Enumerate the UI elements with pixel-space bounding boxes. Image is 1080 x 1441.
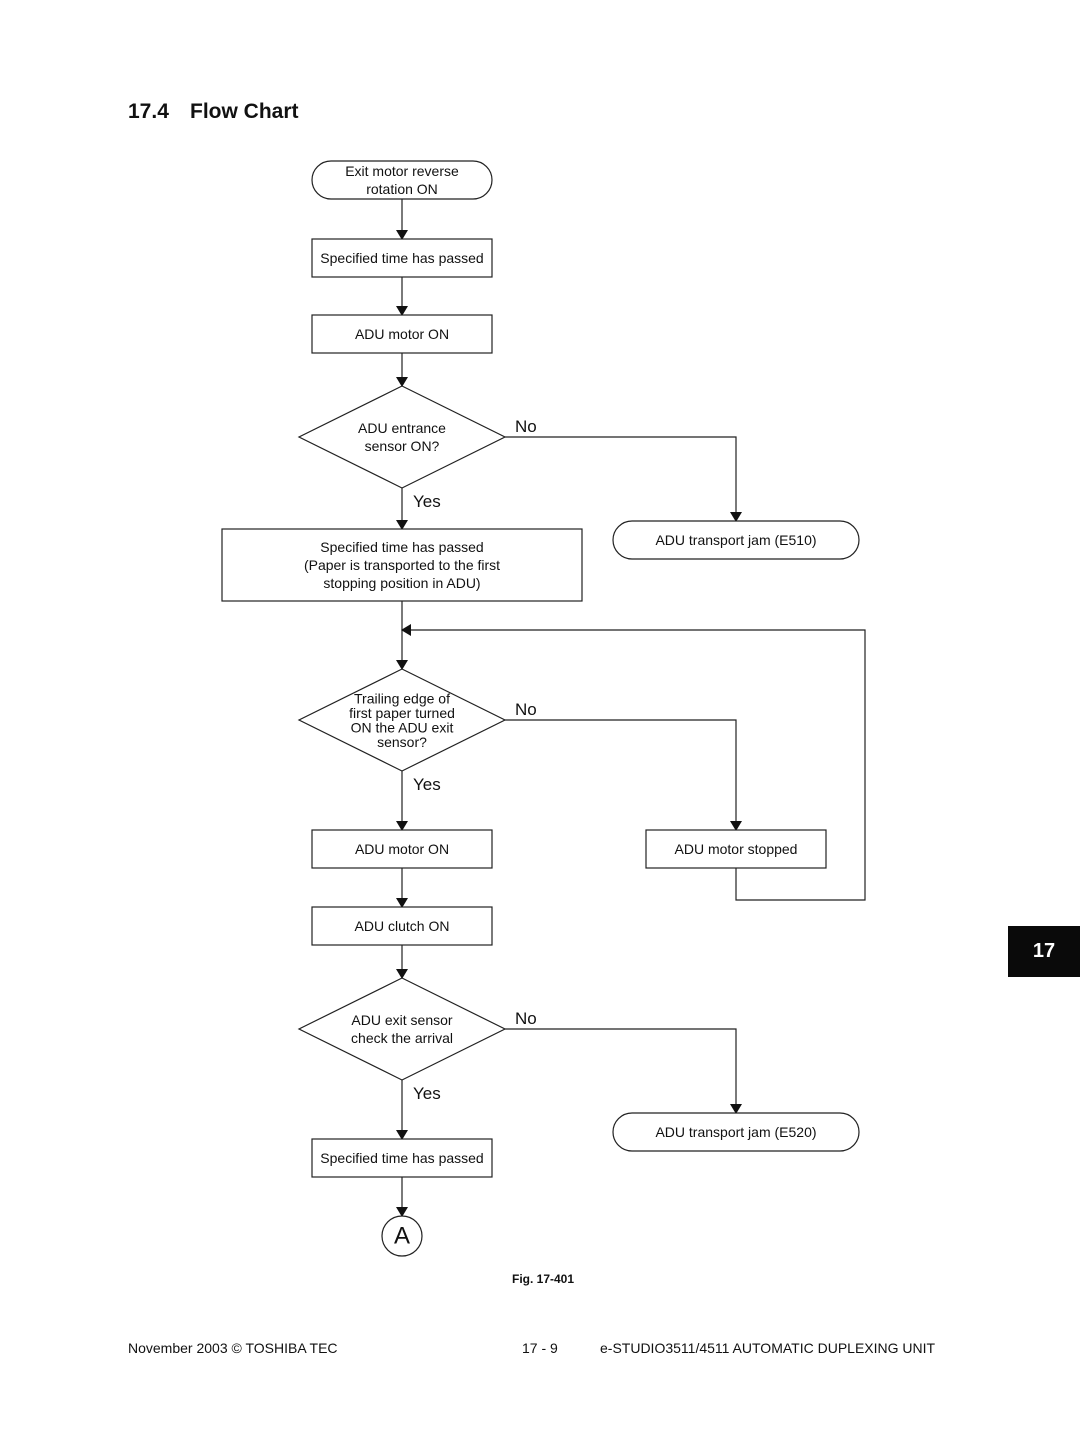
- node-text: A: [394, 1223, 410, 1250]
- edge-label-no: No: [515, 417, 537, 436]
- flow-node-wait3: Specified time has passed: [311, 1138, 493, 1178]
- edge-exit-check-to-jam-e520: [505, 1028, 742, 1114]
- figure-caption: Fig. 17-401: [0, 1272, 1080, 1286]
- edge-label-yes: Yes: [413, 1084, 441, 1103]
- node-text: Specified time has passed: [320, 1150, 483, 1166]
- decision-diamond: [297, 977, 507, 1081]
- node-text: (Paper is transported to the first: [304, 557, 500, 573]
- node-text: ADU motor stopped: [675, 841, 798, 857]
- edge-entrance-check-to-jam-e510: [505, 436, 742, 522]
- flow-node-jam-e510: ADU transport jam (E510): [612, 520, 860, 560]
- node-text: sensor?: [377, 734, 427, 750]
- footer-left: November 2003 © TOSHIBA TEC: [128, 1340, 338, 1356]
- edge-label-yes: Yes: [413, 775, 441, 794]
- flow-node-exit-check: ADU exit sensor check the arrival: [297, 977, 507, 1081]
- flow-node-jam-e520: ADU transport jam (E520): [612, 1112, 860, 1152]
- edge-label-no: No: [515, 1009, 537, 1028]
- nodes-layer: Exit motor reverse rotation ON Specified t…: [221, 160, 860, 1257]
- node-text: ADU motor ON: [355, 326, 449, 342]
- node-text: ADU transport jam (E510): [655, 532, 816, 548]
- flow-node-motor-stopped: ADU motor stopped: [645, 829, 827, 869]
- flow-node-connector-a: A: [381, 1215, 423, 1257]
- flow-node-motor-on-1: ADU motor ON: [311, 314, 493, 354]
- node-text: ADU clutch ON: [355, 918, 450, 934]
- node-text: stopping position in ADU): [323, 575, 480, 591]
- flow-node-entrance-check: ADU entrance sensor ON?: [297, 385, 507, 489]
- figure-caption-text: Fig. 17-401: [511, 1272, 575, 1286]
- node-text: Specified time has passed: [320, 250, 483, 266]
- node-text: Specified time has passed: [320, 539, 483, 555]
- node-text: ADU transport jam (E520): [655, 1124, 816, 1140]
- footer-right: e-STUDIO3511/4511 AUTOMATIC DUPLEXING UN…: [600, 1340, 936, 1356]
- node-text: ADU motor ON: [355, 841, 449, 857]
- chapter-tab[interactable]: 17: [1008, 926, 1080, 977]
- decision-diamond: [297, 385, 507, 489]
- flow-node-clutch-on: ADU clutch ON: [311, 906, 493, 946]
- flow-node-wait2: Specified time has passed (Paper is trans…: [221, 528, 583, 602]
- edge-label-yes: Yes: [413, 492, 441, 511]
- node-text: ADU exit sensor: [351, 1012, 452, 1028]
- edge-trailing-check-to-motor-stopped: [505, 719, 742, 831]
- flow-node-start: Exit motor reverse rotation ON: [311, 160, 493, 200]
- node-text: ADU entrance: [358, 420, 446, 436]
- flow-node-wait1: Specified time has passed: [311, 238, 493, 278]
- node-text: check the arrival: [351, 1030, 453, 1046]
- footer-page-number: 17 - 9: [522, 1340, 558, 1356]
- flow-node-motor-on-2: ADU motor ON: [311, 829, 493, 869]
- node-text: rotation ON: [366, 181, 438, 197]
- chapter-tab-label: 17: [1032, 940, 1056, 962]
- flowchart: Exit motor reverse rotation ON Specified t…: [221, 160, 866, 1257]
- node-text: Exit motor reverse: [345, 163, 459, 179]
- edge-label-no: No: [515, 700, 537, 719]
- flow-node-trailing-check: Trailing edge offirst paper turnedON the…: [297, 668, 507, 772]
- node-text: sensor ON?: [365, 438, 440, 454]
